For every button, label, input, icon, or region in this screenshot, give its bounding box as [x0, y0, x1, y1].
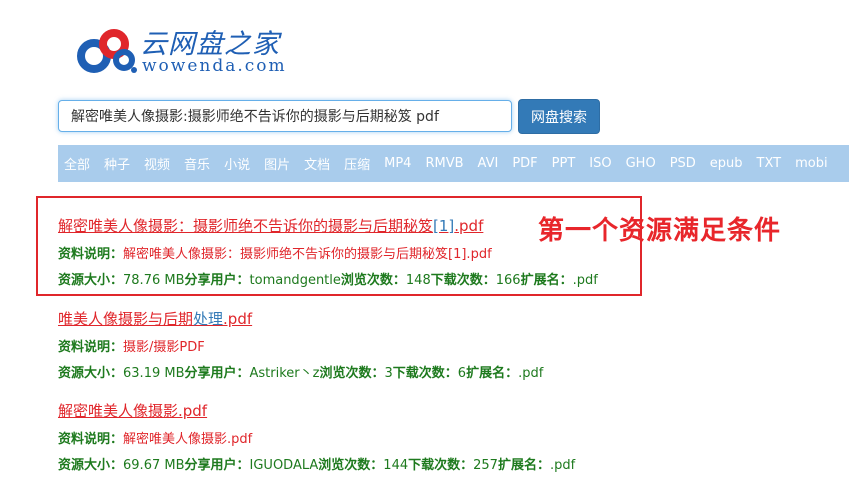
result-title-link[interactable]: 解密唯美人像摄影：摄影师绝不告诉你的摄影与后期秘笈[1].pdf	[58, 215, 598, 236]
category-iso[interactable]: ISO	[589, 156, 611, 171]
downloads-label: 下载次数：	[392, 366, 458, 381]
result-desc-row: 资料说明：摄影/摄影PDF	[58, 336, 543, 355]
category-ppt[interactable]: PPT	[552, 156, 576, 171]
sharer-label: 分享用户：	[184, 273, 250, 288]
search-input[interactable]	[58, 100, 512, 132]
category-video[interactable]: 视频	[144, 154, 170, 173]
result-title-ext: .pdf	[454, 217, 484, 235]
category-pdf[interactable]: PDF	[512, 156, 537, 171]
ext-label: 扩展名：	[466, 366, 519, 381]
views-label: 浏览次数：	[340, 273, 406, 288]
result-title-link[interactable]: 唯美人像摄影与后期处理.pdf	[58, 308, 543, 329]
result-meta-row: 资源大小：69.67 MB分享用户：IGUODALA浏览次数：144下载次数：2…	[58, 454, 575, 473]
category-document[interactable]: 文档	[304, 154, 330, 173]
result-title-ext: .pdf	[223, 310, 253, 328]
result-item: 唯美人像摄影与后期处理.pdf 资料说明：摄影/摄影PDF 资源大小：63.19…	[58, 308, 543, 381]
site-logo[interactable]: 云网盘之家 wowenda.com	[74, 20, 304, 80]
ext-value: .pdf	[518, 366, 544, 381]
views-label: 浏览次数：	[318, 458, 384, 473]
category-archive[interactable]: 压缩	[344, 154, 370, 173]
ext-value: .pdf	[572, 273, 598, 288]
search-button[interactable]: 网盘搜索	[518, 99, 600, 134]
category-avi[interactable]: AVI	[478, 156, 499, 171]
downloads-value: 166	[495, 273, 521, 288]
result-title-main: 唯美人像摄影与后期	[58, 310, 194, 328]
result-title-main: 解密唯美人像摄影.pdf	[58, 402, 208, 420]
desc-label: 资料说明：	[58, 247, 124, 262]
sharer-label: 分享用户：	[184, 458, 250, 473]
result-item: 解密唯美人像摄影：摄影师绝不告诉你的摄影与后期秘笈[1].pdf 资料说明：解密…	[58, 215, 598, 288]
downloads-label: 下载次数：	[408, 458, 474, 473]
result-title-link[interactable]: 解密唯美人像摄影.pdf	[58, 400, 575, 421]
category-gho[interactable]: GHO	[626, 156, 656, 171]
size-label: 资源大小：	[58, 273, 124, 288]
result-item: 解密唯美人像摄影.pdf 资料说明：解密唯美人像摄影.pdf 资源大小：69.6…	[58, 400, 575, 473]
views-value: 144	[383, 458, 409, 473]
result-title-main: 解密唯美人像摄影：摄影师绝不告诉你的摄影与后期秘笈	[58, 217, 434, 235]
result-desc-row: 资料说明：解密唯美人像摄影：摄影师绝不告诉你的摄影与后期秘笈[1].pdf	[58, 243, 598, 262]
category-music[interactable]: 音乐	[184, 154, 210, 173]
size-value: 63.19 MB	[123, 366, 185, 381]
category-mp4[interactable]: MP4	[384, 156, 411, 171]
desc-value: 解密唯美人像摄影：摄影师绝不告诉你的摄影与后期秘笈[1].pdf	[123, 247, 492, 262]
ext-label: 扩展名：	[520, 273, 573, 288]
views-label: 浏览次数：	[319, 366, 385, 381]
sharer-value: tomandgentle	[249, 273, 341, 288]
category-all[interactable]: 全部	[64, 154, 90, 173]
size-label: 资源大小：	[58, 458, 124, 473]
views-value: 3	[384, 366, 393, 381]
sharer-value: Astriker丶z	[249, 366, 320, 381]
category-psd[interactable]: PSD	[670, 156, 696, 171]
desc-label: 资料说明：	[58, 340, 124, 355]
views-value: 148	[405, 273, 431, 288]
downloads-label: 下载次数：	[430, 273, 496, 288]
category-bar: 全部 种子 视频 音乐 小说 图片 文档 压缩 MP4 RMVB AVI PDF…	[58, 145, 849, 182]
result-title-suffix: 处理	[193, 310, 224, 328]
size-label: 资源大小：	[58, 366, 124, 381]
ext-label: 扩展名：	[497, 458, 550, 473]
size-value: 78.76 MB	[123, 273, 185, 288]
category-image[interactable]: 图片	[264, 154, 290, 173]
result-title-suffix: [1]	[433, 217, 455, 235]
result-meta-row: 资源大小：78.76 MB分享用户：tomandgentle浏览次数：148下载…	[58, 269, 598, 288]
sharer-label: 分享用户：	[184, 366, 250, 381]
size-value: 69.67 MB	[123, 458, 185, 473]
downloads-value: 6	[457, 366, 467, 381]
category-rmvb[interactable]: RMVB	[425, 156, 463, 171]
category-novel[interactable]: 小说	[224, 154, 250, 173]
category-torrent[interactable]: 种子	[104, 154, 130, 173]
ext-value: .pdf	[549, 458, 576, 473]
desc-value: 摄影/摄影PDF	[123, 340, 205, 355]
sharer-value: IGUODALA	[249, 458, 319, 473]
category-mobi[interactable]: mobi	[795, 156, 827, 171]
result-desc-row: 资料说明：解密唯美人像摄影.pdf	[58, 428, 575, 447]
desc-value: 解密唯美人像摄影.pdf	[123, 432, 253, 447]
downloads-value: 257	[473, 458, 498, 473]
category-txt[interactable]: TXT	[757, 156, 782, 171]
category-epub[interactable]: epub	[710, 156, 743, 171]
cloud-logo-icon	[77, 29, 137, 73]
result-meta-row: 资源大小：63.19 MB分享用户：Astriker丶z浏览次数：3下载次数：6…	[58, 362, 543, 381]
logo-text-en: wowenda.com	[142, 56, 287, 76]
desc-label: 资料说明：	[58, 432, 124, 447]
